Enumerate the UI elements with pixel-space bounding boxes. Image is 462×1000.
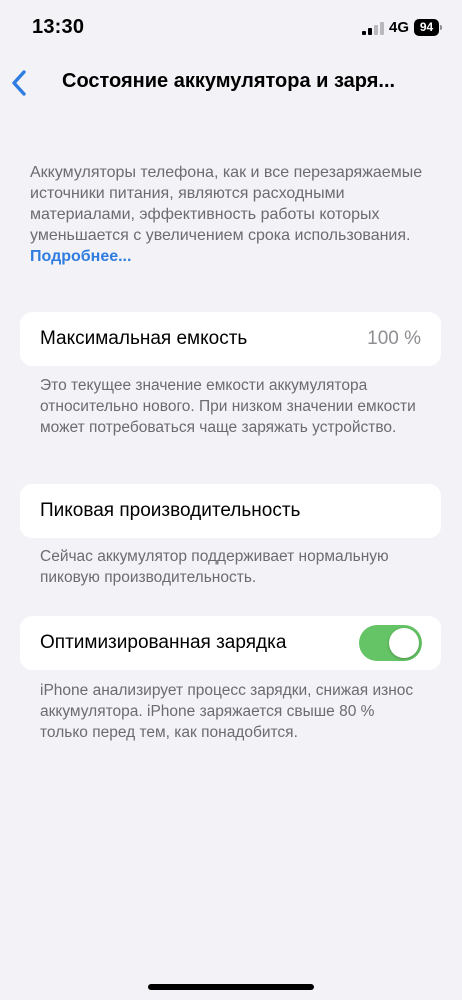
peak-performance-label: Пиковая производительность [40, 500, 301, 521]
battery-level: 94 [419, 20, 434, 34]
back-button[interactable] [4, 62, 40, 102]
optimized-charging-label: Оптимизированная зарядка [40, 632, 287, 653]
page-title: Состояние аккумулятора и заря... [62, 70, 396, 92]
intro-description: Аккумуляторы телефона, как и все перезар… [30, 162, 434, 267]
intro-text: Аккумуляторы телефона, как и все перезар… [30, 164, 423, 244]
peak-performance-footnote: Сейчас аккумулятор поддерживает нормальн… [40, 548, 389, 586]
max-capacity-footnote: Это текущее значение емкости аккумулятор… [40, 377, 416, 436]
optimized-charging-footnote: iPhone анализирует процесс зарядки, сниж… [40, 682, 414, 741]
cellular-signal-icon [362, 22, 384, 35]
toggle-knob [389, 628, 419, 658]
battery-icon: 94 [414, 19, 439, 36]
optimized-charging-row: Оптимизированная зарядка [20, 616, 441, 670]
battery-tip [440, 25, 442, 30]
nav-bar: Состояние аккумулятора и заря... [0, 56, 462, 108]
status-bar: 13:30 4G 94 [0, 0, 462, 56]
max-capacity-row: Максимальная емкость 100 % [20, 312, 441, 366]
learn-more-link[interactable]: Подробнее... [30, 248, 131, 265]
chevron-left-icon [12, 70, 26, 96]
max-capacity-value: 100 % [367, 328, 421, 349]
max-capacity-label: Максимальная емкость [40, 328, 248, 349]
home-indicator[interactable] [148, 984, 314, 990]
optimized-charging-toggle[interactable] [359, 625, 422, 661]
network-type: 4G [389, 19, 410, 36]
peak-performance-row: Пиковая производительность [20, 484, 441, 538]
status-time: 13:30 [32, 16, 85, 38]
